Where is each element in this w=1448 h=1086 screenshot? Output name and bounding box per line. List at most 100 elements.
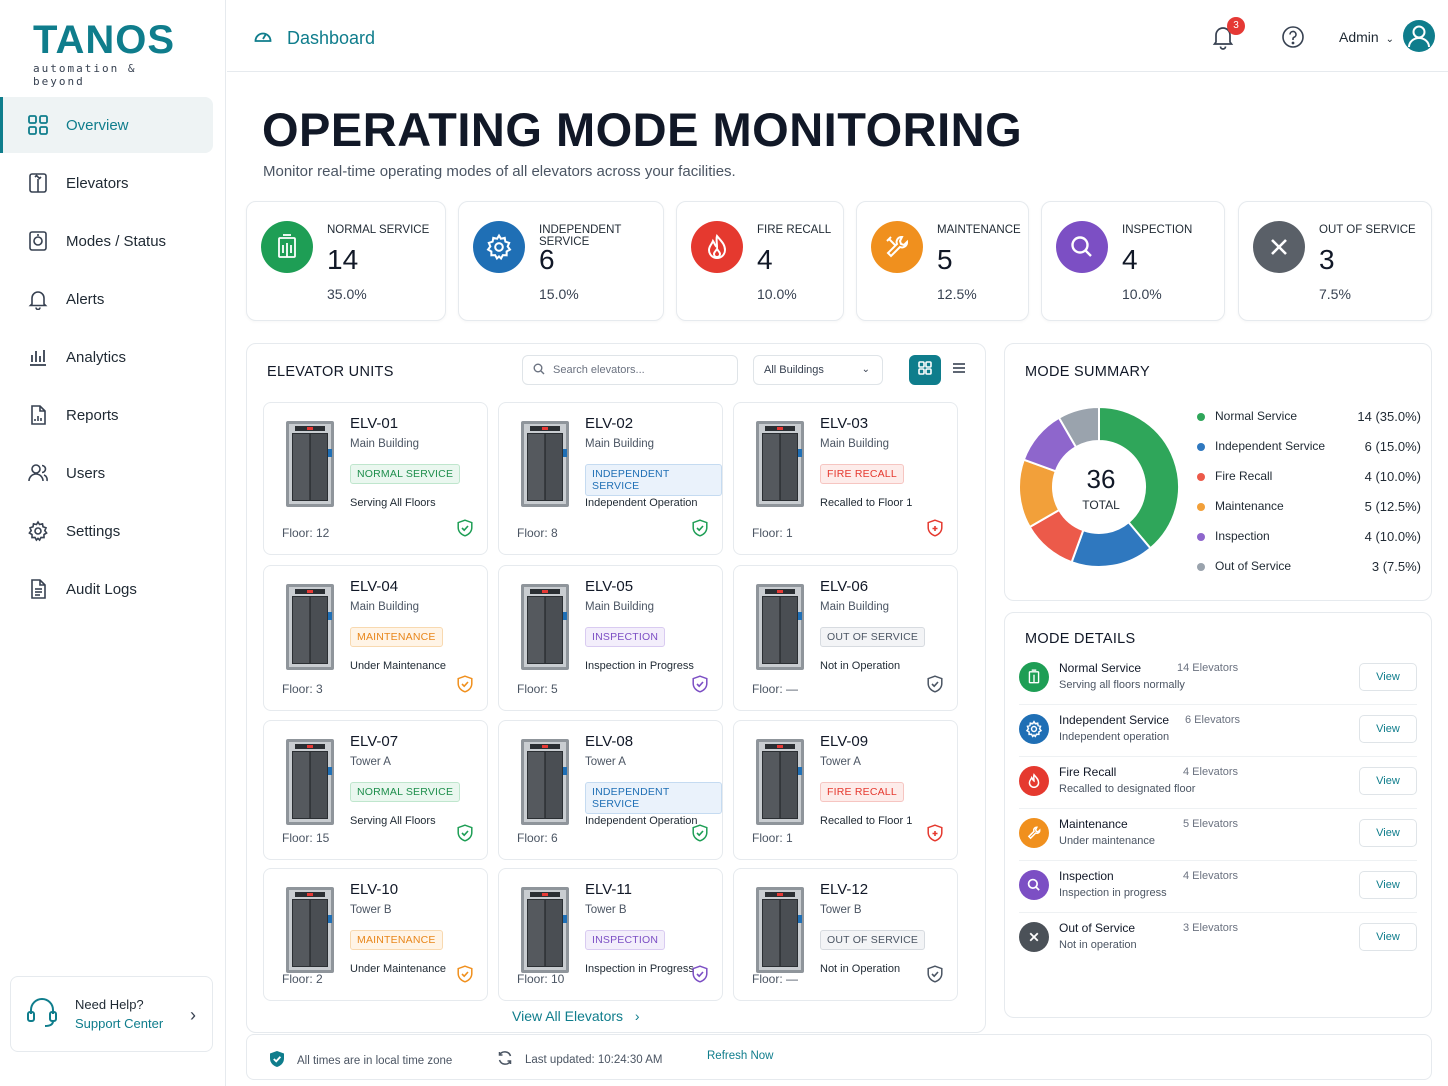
grid-icon xyxy=(26,113,50,137)
view-inspection-button[interactable]: View xyxy=(1359,871,1417,899)
elevator-card-elv-10[interactable]: ELV-10 Tower B MAINTENANCE Under Maintenanc… xyxy=(263,868,488,1001)
elevator-card-elv-02[interactable]: ELV-02 Main Building INDEPENDENT SERVICE In… xyxy=(498,402,723,555)
sidebar-item-label: Modes / Status xyxy=(66,232,167,250)
shield-icon xyxy=(927,965,943,988)
elevator-card-elv-12[interactable]: ELV-12 Tower B OUT OF SERVICE Not in Operat… xyxy=(733,868,958,1001)
sidebar-item-elevators[interactable]: Elevators xyxy=(0,155,226,211)
user-menu[interactable]: Admin ⌄ xyxy=(1339,29,1394,45)
bar-chart-icon xyxy=(26,345,50,369)
elevator-card-elv-07[interactable]: ELV-07 Tower A NORMAL SERVICE Serving All F… xyxy=(263,720,488,860)
stat-card-inspection[interactable]: INSPECTION 4 10.0% xyxy=(1041,201,1225,321)
stat-percent: 7.5% xyxy=(1319,286,1351,302)
view-independent-button[interactable]: View xyxy=(1359,715,1417,743)
stat-card-out-of-service[interactable]: OUT OF SERVICE 3 7.5% xyxy=(1238,201,1432,321)
sidebar-item-settings[interactable]: Settings xyxy=(0,503,226,559)
fire-icon xyxy=(1019,766,1049,796)
elevator-card-elv-01[interactable]: ELV-01 Main Building NORMAL SERVICE Serving… xyxy=(263,402,488,555)
stat-percent: 15.0% xyxy=(539,286,579,302)
elevator-status-detail: Serving All Floors xyxy=(350,815,436,827)
elevator-building: Main Building xyxy=(350,438,420,450)
sidebar-item-overview[interactable]: Overview xyxy=(0,97,213,153)
elevator-building: Tower A xyxy=(820,756,861,768)
support-center-card[interactable]: Need Help? Support Center › xyxy=(10,976,213,1052)
mode-name: Independent Service xyxy=(1059,713,1170,727)
stat-card-fire-recall[interactable]: FIRE RECALL 4 10.0% xyxy=(676,201,844,321)
view-maintenance-button[interactable]: View xyxy=(1359,819,1417,847)
elevator-icon xyxy=(26,171,50,195)
view-out-of-service-button[interactable]: View xyxy=(1359,923,1417,951)
elevator-card-elv-09[interactable]: ELV-09 Tower A FIRE RECALL Recalled to Floo… xyxy=(733,720,958,860)
elevator-floor: Floor: 1 xyxy=(752,831,793,845)
elevator-card-elv-04[interactable]: ELV-04 Main Building MAINTENANCE Under Main… xyxy=(263,565,488,711)
user-avatar-icon xyxy=(1408,25,1430,48)
elevator-id: ELV-03 xyxy=(820,415,869,432)
stat-card-maintenance[interactable]: MAINTENANCE 5 12.5% xyxy=(856,201,1029,321)
mode-count: 14 Elevators xyxy=(1177,662,1239,674)
brand-logo[interactable]: TANOS automation & beyond xyxy=(33,20,183,88)
view-all-elevators-link[interactable]: View All Elevators › xyxy=(512,1008,640,1024)
sidebar-item-modes[interactable]: Modes / Status xyxy=(0,213,226,269)
legend-name: Maintenance xyxy=(1215,499,1284,513)
refresh-now-link[interactable]: Refresh Now xyxy=(707,1050,773,1062)
mode-detail-row-normal: Normal Service 14 Elevators Serving all … xyxy=(1019,653,1417,705)
shield-icon xyxy=(692,519,708,542)
headset-icon xyxy=(25,995,59,1034)
view-normal-button[interactable]: View xyxy=(1359,663,1417,691)
stat-count: 6 xyxy=(539,244,555,275)
breadcrumb[interactable]: Dashboard xyxy=(253,26,375,51)
elevator-card-elv-06[interactable]: ELV-06 Main Building OUT OF SERVICE Not in … xyxy=(733,565,958,711)
avatar[interactable] xyxy=(1403,20,1435,52)
brand-name: TANOS xyxy=(33,18,176,62)
elevator-card-elv-05[interactable]: ELV-05 Main Building INSPECTION Inspection … xyxy=(498,565,723,711)
sidebar-item-reports[interactable]: Reports xyxy=(0,387,226,443)
sidebar-item-label: Overview xyxy=(66,116,129,134)
elevator-image xyxy=(519,737,571,827)
status-badge: OUT OF SERVICE xyxy=(820,930,926,950)
elevator-status-detail: Not in Operation xyxy=(820,963,901,975)
status-footer: All times are in local time zone Last up… xyxy=(246,1034,1432,1080)
search-icon xyxy=(1056,221,1108,273)
sidebar-item-audit-logs[interactable]: Audit Logs xyxy=(0,561,226,617)
search-icon xyxy=(533,363,553,378)
elevator-floor: Floor: — xyxy=(752,972,799,986)
mode-detail-row-independent: Independent Service 6 Elevators Independ… xyxy=(1019,705,1417,757)
mode-count: 4 Elevators xyxy=(1183,870,1239,882)
sidebar-item-analytics[interactable]: Analytics xyxy=(0,329,226,385)
elevator-building: Tower B xyxy=(350,904,392,916)
building-filter-select[interactable]: All Buildings ⌄ xyxy=(753,355,883,385)
legend-swatch xyxy=(1197,473,1205,481)
mode-count: 5 Elevators xyxy=(1183,818,1239,830)
sidebar-item-users[interactable]: Users xyxy=(0,445,226,501)
elevator-status-detail: Recalled to Floor 1 xyxy=(820,815,913,827)
elevator-status-detail: Recalled to Floor 1 xyxy=(820,497,913,509)
elevator-image xyxy=(754,885,806,975)
mode-description: Not in operation xyxy=(1059,939,1137,951)
search-input[interactable]: Search elevators... xyxy=(522,355,738,385)
list-view-button[interactable] xyxy=(943,355,975,385)
support-center-link[interactable]: Support Center xyxy=(75,1014,163,1033)
search-placeholder: Search elevators... xyxy=(553,364,645,376)
elevator-card-elv-08[interactable]: ELV-08 Tower A INDEPENDENT SERVICE Independ… xyxy=(498,720,723,860)
legend-value: 4 (10.0%) xyxy=(1364,529,1421,544)
notifications-button[interactable]: 3 xyxy=(1211,17,1245,50)
panel-title: MODE DETAILS xyxy=(1025,631,1136,647)
help-button[interactable] xyxy=(1281,25,1305,54)
document-icon xyxy=(26,577,50,601)
elevator-status-detail: Under Maintenance xyxy=(350,963,447,975)
stat-percent: 10.0% xyxy=(1122,286,1162,302)
elevator-card-elv-11[interactable]: ELV-11 Tower B INSPECTION Inspection in Pro… xyxy=(498,868,723,1001)
sidebar-item-alerts[interactable]: Alerts xyxy=(0,271,226,327)
grid-view-button[interactable] xyxy=(909,355,941,385)
view-fire-recall-button[interactable]: View xyxy=(1359,767,1417,795)
legend-swatch xyxy=(1197,443,1205,451)
elevator-status-detail: Independent Operation xyxy=(585,815,698,827)
last-updated: Last updated: 10:24:30 AM xyxy=(497,1050,662,1069)
status-badge: MAINTENANCE xyxy=(350,627,443,647)
mode-detail-row-maintenance: Maintenance 5 Elevators Under maintenanc… xyxy=(1019,809,1417,861)
stat-card-normal-service[interactable]: NORMAL SERVICE 14 35.0% xyxy=(246,201,446,321)
stat-card-independent-service[interactable]: INDEPENDENT SERVICE 6 15.0% xyxy=(458,201,664,321)
mode-count: 4 Elevators xyxy=(1183,766,1239,778)
elevator-image xyxy=(519,885,571,975)
elevator-image xyxy=(754,737,806,827)
elevator-card-elv-03[interactable]: ELV-03 Main Building FIRE RECALL Recalled t… xyxy=(733,402,958,555)
